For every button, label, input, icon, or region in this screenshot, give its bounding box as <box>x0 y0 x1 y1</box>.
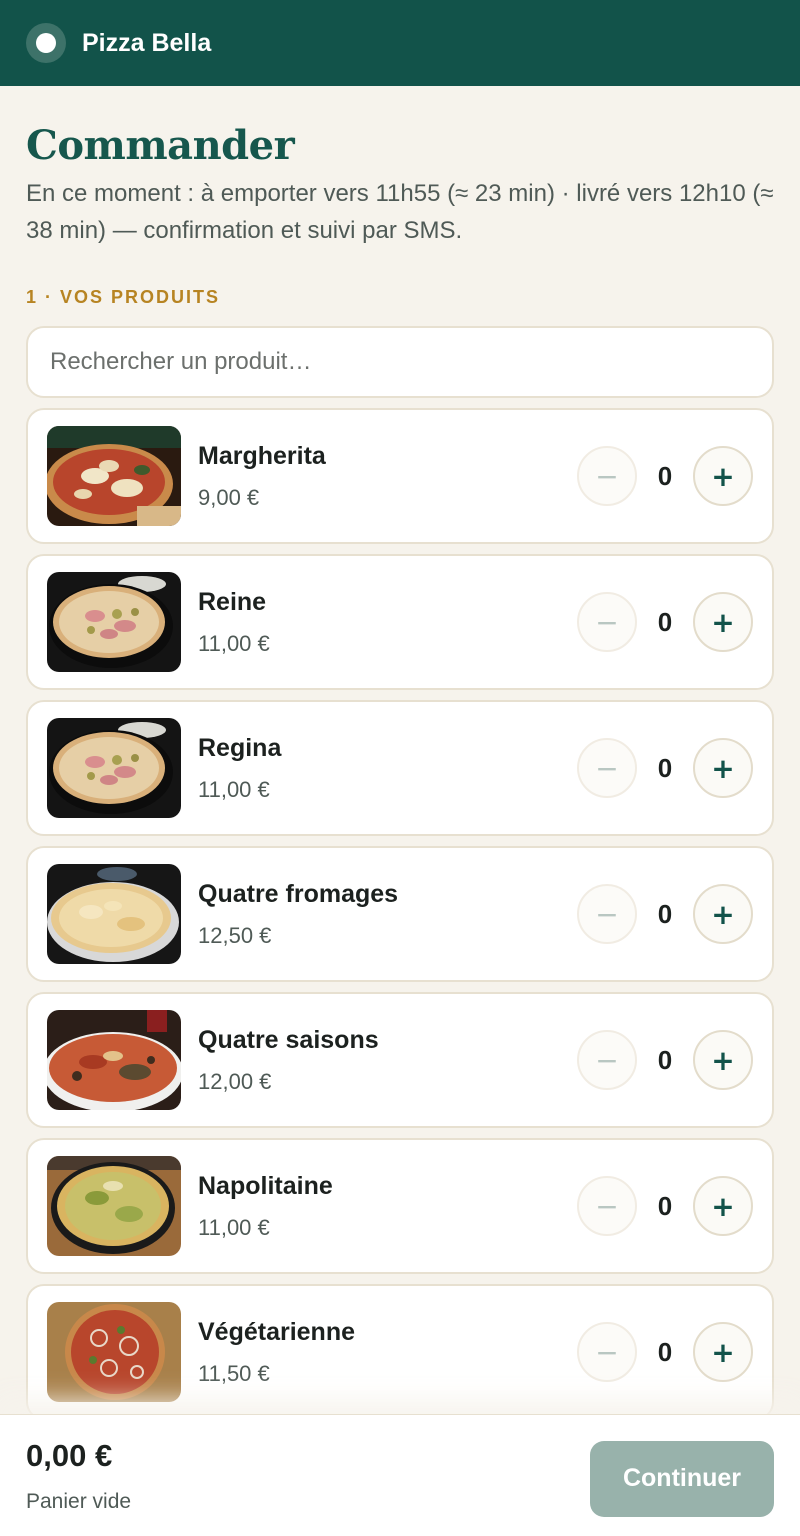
product-price: 11,00 € <box>198 1214 270 1240</box>
cart-status: Panier vide <box>26 1489 132 1513</box>
product-price: 12,50 € <box>198 922 272 948</box>
decrease-button[interactable]: − <box>577 446 637 506</box>
product-name: Regina <box>198 733 282 762</box>
product-card-quatre-fromages: Quatre fromages 12,50 € − 0 + <box>26 846 774 982</box>
product-image-quatre-saisons <box>47 1010 181 1110</box>
quantity-value: 0 <box>657 898 673 929</box>
quantity-stepper: − 0 + <box>577 738 753 798</box>
search-input[interactable] <box>26 326 774 398</box>
quantity-value: 0 <box>657 752 673 783</box>
increase-button[interactable]: + <box>693 1176 753 1236</box>
cart-footer: 0,00 € Panier vide Continuer <box>0 1414 800 1536</box>
product-card-reine: Reine 11,00 € − 0 + <box>26 554 774 690</box>
product-info: Regina 11,00 € <box>198 734 577 803</box>
product-card-vegetarienne: Végétarienne 11,50 € − 0 + <box>26 1284 774 1420</box>
brand-name: Pizza Bella <box>82 28 212 57</box>
quantity-value: 0 <box>657 1044 673 1075</box>
logo-circle-icon <box>26 23 66 63</box>
main-content: Commander En ce moment : à emporter vers… <box>0 122 800 1420</box>
product-card-regina: Regina 11,00 € − 0 + <box>26 700 774 836</box>
product-image-reine <box>47 572 181 672</box>
quantity-value: 0 <box>657 1190 673 1221</box>
product-image-regina <box>47 718 181 818</box>
product-name: Quatre fromages <box>198 879 399 908</box>
product-info: Quatre fromages 12,50 € <box>198 880 577 949</box>
quantity-value: 0 <box>657 460 673 491</box>
product-card-margherita: Margherita 9,00 € − 0 + <box>26 408 774 544</box>
product-name: Quatre saisons <box>198 1025 379 1054</box>
quantity-stepper: − 0 + <box>577 1030 753 1090</box>
decrease-button[interactable]: − <box>577 1322 637 1382</box>
section-label: 1 · VOS PRODUITS <box>26 287 221 307</box>
product-image-margherita <box>47 426 181 526</box>
product-info: Napolitaine 11,00 € <box>198 1172 577 1241</box>
product-card-napolitaine: Napolitaine 11,00 € − 0 + <box>26 1138 774 1274</box>
product-info: Végétarienne 11,50 € <box>198 1318 577 1387</box>
product-name: Végétarienne <box>198 1317 356 1346</box>
decrease-button[interactable]: − <box>577 738 637 798</box>
page-title: Commander <box>26 122 295 169</box>
decrease-button[interactable]: − <box>577 1030 637 1090</box>
product-info: Margherita 9,00 € <box>198 442 577 511</box>
product-name: Napolitaine <box>198 1171 333 1200</box>
increase-button[interactable]: + <box>693 1030 753 1090</box>
decrease-button[interactable]: − <box>577 884 637 944</box>
cart-summary: 0,00 € Panier vide <box>26 1438 131 1514</box>
decrease-button[interactable]: − <box>577 592 637 652</box>
product-info: Reine 11,00 € <box>198 588 577 657</box>
quantity-stepper: − 0 + <box>577 446 753 506</box>
quantity-stepper: − 0 + <box>577 1322 753 1382</box>
product-price: 11,50 € <box>198 1360 270 1386</box>
product-image-vegetarienne <box>47 1302 181 1402</box>
quantity-stepper: − 0 + <box>577 1176 753 1236</box>
product-image-napolitaine <box>47 1156 181 1256</box>
product-price: 9,00 € <box>198 484 260 510</box>
quantity-stepper: − 0 + <box>577 884 753 944</box>
quantity-value: 0 <box>657 606 673 637</box>
increase-button[interactable]: + <box>693 884 753 944</box>
product-price: 12,00 € <box>198 1068 272 1094</box>
increase-button[interactable]: + <box>693 1322 753 1382</box>
product-image-quatre-fromages <box>47 864 181 964</box>
product-info: Quatre saisons 12,00 € <box>198 1026 577 1095</box>
decrease-button[interactable]: − <box>577 1176 637 1236</box>
quantity-stepper: − 0 + <box>577 592 753 652</box>
continue-button[interactable]: Continuer <box>590 1440 774 1517</box>
product-name: Reine <box>198 587 267 616</box>
logo-dot <box>36 33 56 53</box>
product-price: 11,00 € <box>198 776 270 802</box>
top-bar: Pizza Bella <box>0 0 800 86</box>
increase-button[interactable]: + <box>693 446 753 506</box>
product-name: Margherita <box>198 441 326 470</box>
quantity-value: 0 <box>657 1336 673 1367</box>
increase-button[interactable]: + <box>693 592 753 652</box>
page-subtitle: En ce moment : à emporter vers 11h55 (≈ … <box>26 180 774 244</box>
cart-total: 0,00 € <box>26 1437 113 1473</box>
increase-button[interactable]: + <box>693 738 753 798</box>
product-card-quatre-saisons: Quatre saisons 12,00 € − 0 + <box>26 992 774 1128</box>
product-price: 11,00 € <box>198 630 270 656</box>
